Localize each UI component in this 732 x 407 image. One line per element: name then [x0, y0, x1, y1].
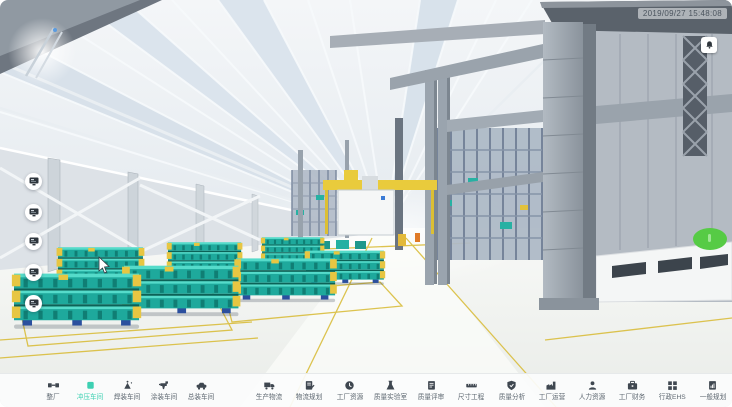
plant-overview-icon: [47, 380, 60, 391]
tab-quality-lab[interactable]: 质量实验室: [373, 380, 408, 402]
tab-whole-plant[interactable]: 整厂: [36, 380, 70, 402]
lens-flare: [8, 18, 76, 86]
camera-view-button-1[interactable]: [25, 173, 42, 190]
review-document-icon: [425, 380, 438, 391]
monitor-icon: [29, 268, 39, 277]
tab-human-resources[interactable]: 人力资源: [575, 380, 609, 402]
tab-label: 冲压车间: [77, 392, 104, 402]
tab-label: 工厂财务: [619, 392, 646, 402]
grid-icon: [666, 380, 679, 391]
module-nav-group: 生产物流 物流规划 工厂资源: [252, 374, 730, 407]
tab-factory-operations[interactable]: 工厂运营: [535, 380, 569, 402]
viewport-3d[interactable]: [0, 0, 732, 407]
tab-factory-finance[interactable]: 工厂财务: [615, 380, 649, 402]
tab-label: 生产物流: [256, 392, 283, 402]
shield-icon: [505, 380, 518, 391]
tab-label: 整厂: [46, 392, 59, 402]
tab-general-planning[interactable]: 一般规划: [696, 380, 730, 402]
chart-document-icon: [706, 380, 719, 391]
tab-factory-resources[interactable]: 工厂资源: [333, 380, 367, 402]
monitor-icon: [29, 299, 39, 308]
tab-label: 总装车间: [188, 392, 215, 402]
camera-view-button-2[interactable]: [25, 204, 42, 221]
timestamp: 2019/09/27 15:48:08: [638, 8, 727, 19]
bell-icon: [704, 40, 715, 51]
tab-logistics-planning[interactable]: 物流规划: [292, 380, 326, 402]
tab-stamping-workshop[interactable]: 冲压车间: [73, 380, 107, 402]
car-assembly-icon: [195, 380, 208, 391]
monitor-icon: [29, 177, 39, 186]
foreground-column: [539, 22, 599, 310]
tab-label: 涂装车间: [151, 392, 178, 402]
flask-icon: [384, 380, 397, 391]
person-icon: [586, 380, 599, 391]
status-marker-green[interactable]: [693, 228, 727, 250]
tab-label: 物流规划: [296, 392, 323, 402]
document-pencil-icon: [303, 380, 316, 391]
tab-label: 尺寸工程: [458, 392, 485, 402]
tab-label: 行政EHS: [659, 392, 686, 402]
workshop-nav-group: 整厂 冲压车间 焊装车间: [36, 374, 218, 407]
tab-painting-workshop[interactable]: 涂装车间: [147, 380, 181, 402]
briefcase-icon: [626, 380, 639, 391]
app-window: 2019/09/27 15:48:08: [0, 0, 732, 407]
tab-assembly-workshop[interactable]: 总装车间: [184, 380, 218, 402]
camera-view-button-3[interactable]: [25, 233, 42, 250]
tab-label: 质量实验室: [374, 392, 407, 402]
tab-label: 人力资源: [579, 392, 606, 402]
tab-dimension-engineering[interactable]: 尺寸工程: [454, 380, 488, 402]
clock-icon: [343, 380, 356, 391]
camera-view-button-5[interactable]: [25, 295, 42, 312]
notification-button[interactable]: [701, 37, 717, 53]
bottom-toolbar: 整厂 冲压车间 焊装车间: [0, 373, 732, 407]
tab-label: 质量评审: [418, 392, 445, 402]
spray-gun-icon: [158, 380, 171, 391]
monitor-icon: [29, 237, 39, 246]
tab-label: 工厂资源: [336, 392, 363, 402]
tab-label: 焊装车间: [114, 392, 141, 402]
tab-label: 工厂运营: [539, 392, 566, 402]
tab-production-logistics[interactable]: 生产物流: [252, 380, 286, 402]
tab-quality-analysis[interactable]: 质量分析: [495, 380, 529, 402]
tab-label: 质量分析: [498, 392, 525, 402]
camera-view-button-4[interactable]: [25, 264, 42, 281]
monitor-icon: [29, 208, 39, 217]
factory-icon: [545, 380, 558, 391]
welding-icon: [121, 380, 134, 391]
ruler-icon: [465, 380, 478, 391]
tab-welding-workshop[interactable]: 焊装车间: [110, 380, 144, 402]
tab-label: 一般规划: [700, 392, 727, 402]
tab-quality-review[interactable]: 质量评审: [414, 380, 448, 402]
tab-admin-ehs[interactable]: 行政EHS: [656, 380, 690, 402]
truck-icon: [263, 380, 276, 391]
stamping-icon: [84, 380, 97, 391]
